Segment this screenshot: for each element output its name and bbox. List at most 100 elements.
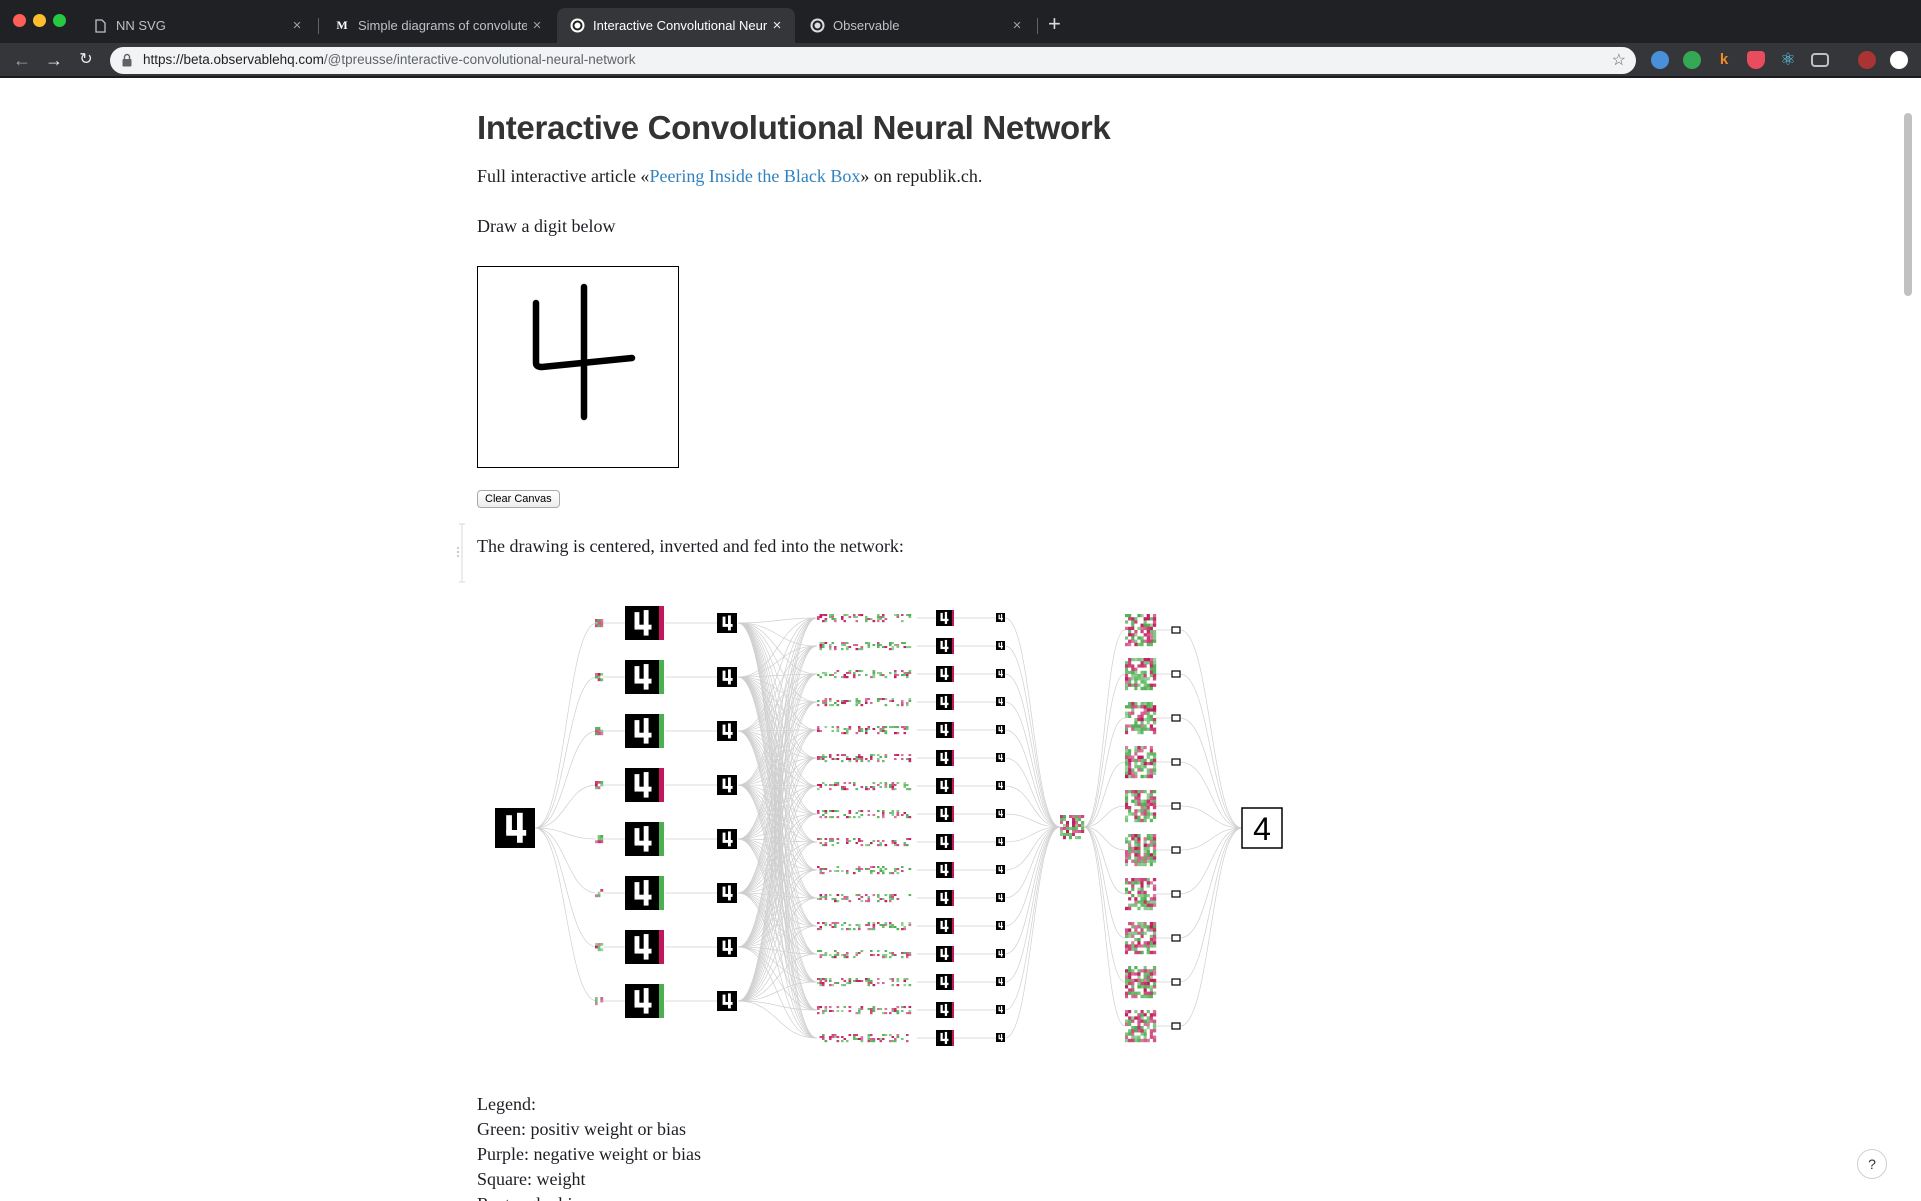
weight-cell [831, 784, 835, 787]
bookmark-star-icon[interactable]: ☆ [1612, 50, 1626, 70]
weight-cell [819, 868, 823, 871]
feature-map-bg [996, 669, 1005, 678]
weight-cell [1152, 975, 1157, 979]
weight-cell [870, 956, 873, 959]
extension-icon-k[interactable]: k [1715, 51, 1733, 69]
feature-map-stroke [1000, 614, 1003, 621]
weight-cell [1069, 821, 1073, 825]
weight-cell [829, 644, 832, 647]
weight-cell [817, 868, 820, 871]
weight-cell [1149, 768, 1154, 772]
weight-cell [870, 620, 873, 623]
weight-cell [879, 870, 883, 873]
bias-bar [952, 666, 954, 682]
drawing-canvas[interactable] [477, 266, 679, 468]
weight-cell [1131, 982, 1135, 986]
weight-cell [1066, 827, 1070, 831]
cell-drag-handle[interactable] [456, 520, 470, 586]
weight-cell [903, 952, 907, 955]
weight-cell [884, 726, 888, 729]
extension-icon-react[interactable]: ⚛ [1779, 51, 1797, 69]
minimize-window-button[interactable] [33, 14, 46, 27]
weight-cell [870, 844, 873, 847]
weight-cell [872, 676, 876, 679]
profile-avatar[interactable] [1858, 51, 1876, 69]
weight-cell [1152, 894, 1157, 898]
weight-cell [1134, 642, 1138, 647]
weight-cell [870, 984, 873, 987]
maximize-window-button[interactable] [53, 14, 66, 27]
weight-cell [1143, 982, 1147, 986]
tab-simple-diagrams[interactable]: M Simple diagrams of convoluted × [322, 8, 555, 43]
weight-cell [1143, 1013, 1147, 1017]
extension-icon-shield[interactable] [1747, 51, 1765, 69]
tab-observable[interactable]: Observable × [797, 8, 1035, 43]
conv2-kernel [817, 698, 828, 707]
menu-dot-icon[interactable] [1890, 51, 1908, 69]
weight-cell [860, 954, 864, 957]
weight-cell [894, 700, 897, 703]
weight-cell [824, 786, 828, 789]
weight-cell [870, 978, 873, 981]
weight-cell [829, 838, 832, 841]
tab-interactive-cnn[interactable]: Interactive Convolutional Neural × [557, 8, 795, 43]
weight-cell [1128, 862, 1132, 867]
weight-cell [896, 980, 900, 983]
close-icon[interactable]: × [767, 17, 787, 34]
weight-cell [822, 950, 825, 953]
bias-bar [952, 750, 954, 766]
weight-cell [1128, 771, 1132, 775]
reload-icon[interactable]: ↻ [75, 49, 97, 71]
weight-cell [834, 616, 837, 619]
close-icon[interactable]: × [1007, 17, 1027, 34]
weight-cell [1140, 771, 1144, 775]
weight-cell [1137, 636, 1141, 640]
article-link[interactable]: Peering Inside the Black Box [649, 166, 860, 186]
weight-cell [891, 812, 895, 815]
address-bar[interactable]: https://beta.observablehq.com/@tpreusse/… [110, 47, 1636, 74]
forward-arrow-icon[interactable]: → [43, 49, 65, 71]
new-tab-button[interactable]: + [1048, 13, 1061, 35]
weight-cell [891, 618, 895, 621]
extension-icon-compass[interactable] [1651, 51, 1669, 69]
tab-nn-svg[interactable]: NN SVG × [80, 8, 315, 43]
weight-cell [1134, 934, 1138, 939]
weight-cell [1131, 724, 1135, 728]
weight-cell [903, 870, 907, 873]
weight-cell [1149, 843, 1154, 847]
weight-cell [865, 954, 868, 957]
weight-cell [853, 894, 856, 897]
extension-icon-window[interactable] [1811, 53, 1829, 67]
weight-cell [896, 952, 900, 955]
close-window-button[interactable] [13, 14, 26, 27]
close-icon[interactable]: × [287, 17, 307, 34]
weight-cell [1149, 617, 1154, 621]
weight-cell [824, 758, 828, 761]
weight-cell [1140, 837, 1144, 841]
weight-cell [877, 1012, 880, 1015]
weight-cell [891, 1006, 895, 1009]
page-scrollbar[interactable] [1904, 113, 1912, 296]
weight-cell [855, 648, 859, 651]
weight-cell [889, 758, 892, 761]
weight-cell [1146, 985, 1150, 989]
weight-cell [870, 1040, 873, 1043]
weight-cell [1143, 972, 1147, 976]
back-arrow-icon[interactable]: ← [11, 49, 33, 71]
weight-cell [896, 896, 900, 899]
weight-cell [1131, 985, 1135, 989]
help-button[interactable]: ? [1857, 1149, 1887, 1179]
weight-cell [1125, 818, 1129, 823]
weight-cell [901, 838, 904, 841]
clear-canvas-button[interactable]: Clear Canvas [477, 490, 560, 508]
conv2-kernel [829, 950, 840, 959]
close-icon[interactable]: × [527, 17, 547, 34]
conv2-kernel [889, 670, 900, 679]
weight-cell [824, 698, 828, 701]
weight-cell [1125, 727, 1129, 731]
weight-cell [1152, 1029, 1157, 1033]
weight-cell [877, 1008, 880, 1011]
extension-icon-green[interactable] [1683, 51, 1701, 69]
weight-cell [1152, 988, 1157, 992]
weight-cell [1125, 674, 1129, 678]
